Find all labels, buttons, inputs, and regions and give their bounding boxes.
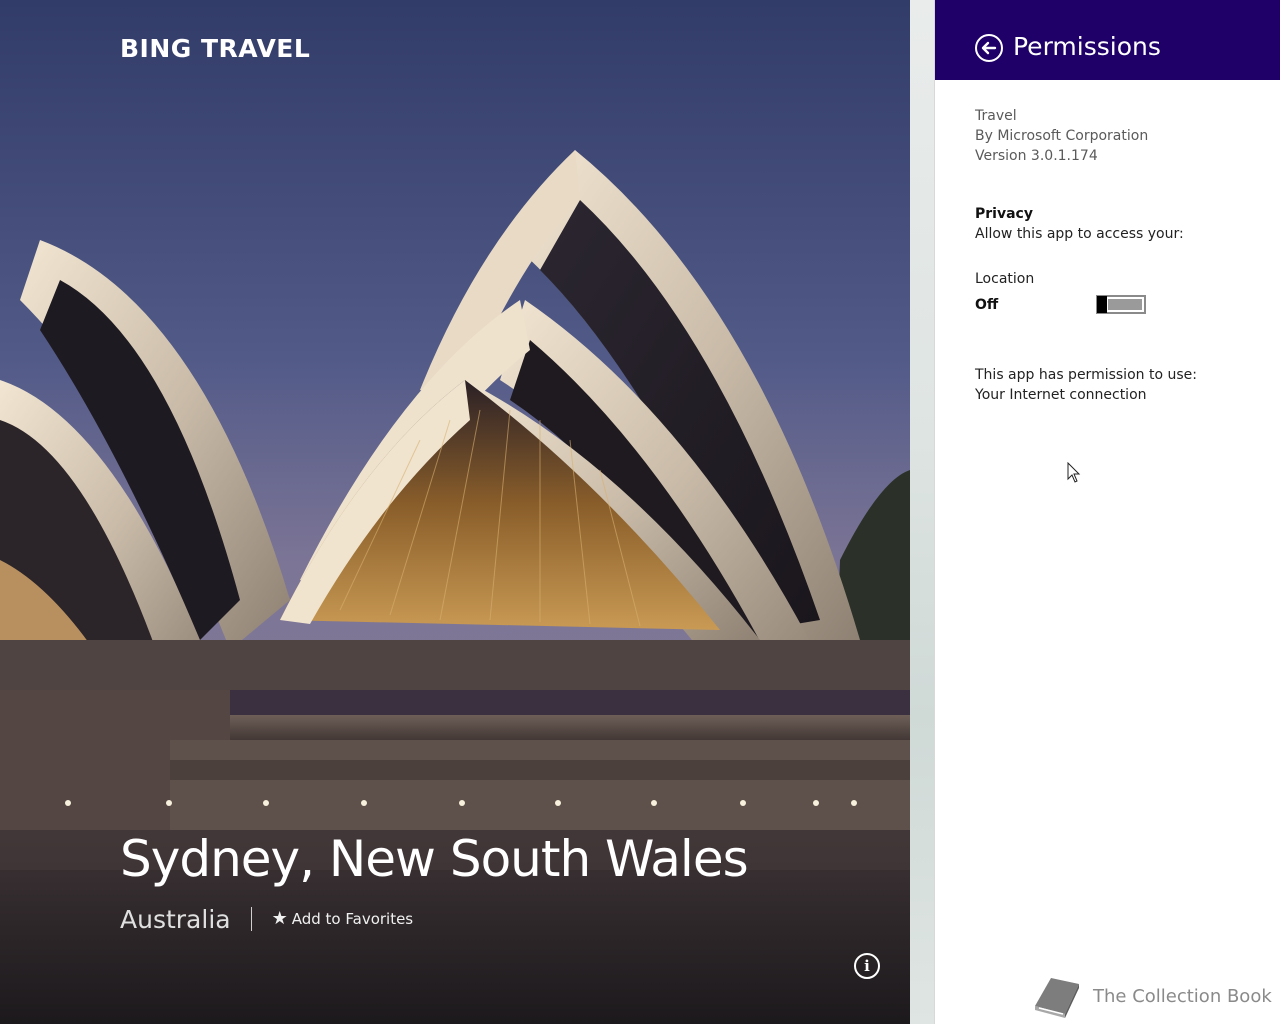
permissions-heading: This app has permission to use: [975,367,1197,383]
country-label: Australia [120,904,231,934]
add-to-favorites-button[interactable]: ★ Add to Favorites [271,908,414,929]
flyout-header: Permissions [935,0,1280,80]
add-to-favorites-label: Add to Favorites [291,910,414,928]
watermark-text: The Collection Book [1093,985,1272,1007]
toggle-thumb[interactable] [1097,296,1107,313]
app-brand-title: BING TRAVEL [120,34,311,63]
permissions-list: This app has permission to use: Your Int… [975,365,1197,405]
star-plus-icon: ★ [271,908,288,929]
destination-title: Sydney, New South Wales [120,830,749,888]
app-name: Travel [975,108,1017,124]
mouse-cursor-icon [1067,462,1081,483]
background-map-strip [910,0,934,1024]
subtitle-divider [250,907,252,931]
permissions-flyout: Permissions Travel By Microsoft Corporat… [934,0,1280,1024]
book-icon [1035,978,1079,1018]
info-button[interactable]: i [854,953,880,979]
location-toggle-state: Off [975,297,999,313]
app-info: Travel By Microsoft Corporation Version … [975,106,1148,166]
destination-subtitle-bar: Australia ★ Add to Favorites [120,902,413,936]
app-publisher: By Microsoft Corporation [975,128,1149,144]
location-toggle[interactable] [1096,295,1146,314]
back-button[interactable] [975,34,1003,62]
privacy-heading: Privacy [975,206,1033,222]
toggle-track [1108,299,1142,310]
back-arrow-icon [981,41,997,55]
privacy-description: Allow this app to access your: [975,226,1184,242]
screen: BING TRAVEL Sydney, New South Wales Aust… [0,0,1280,1024]
info-icon: i [864,957,870,975]
location-setting-label: Location [975,271,1035,287]
flyout-title: Permissions [1013,32,1161,61]
watermark: The Collection Book [1029,972,1272,1020]
app-version: Version 3.0.1.174 [975,148,1098,164]
permission-item: Your Internet connection [975,387,1147,403]
hero-panel: BING TRAVEL Sydney, New South Wales Aust… [0,0,910,1024]
